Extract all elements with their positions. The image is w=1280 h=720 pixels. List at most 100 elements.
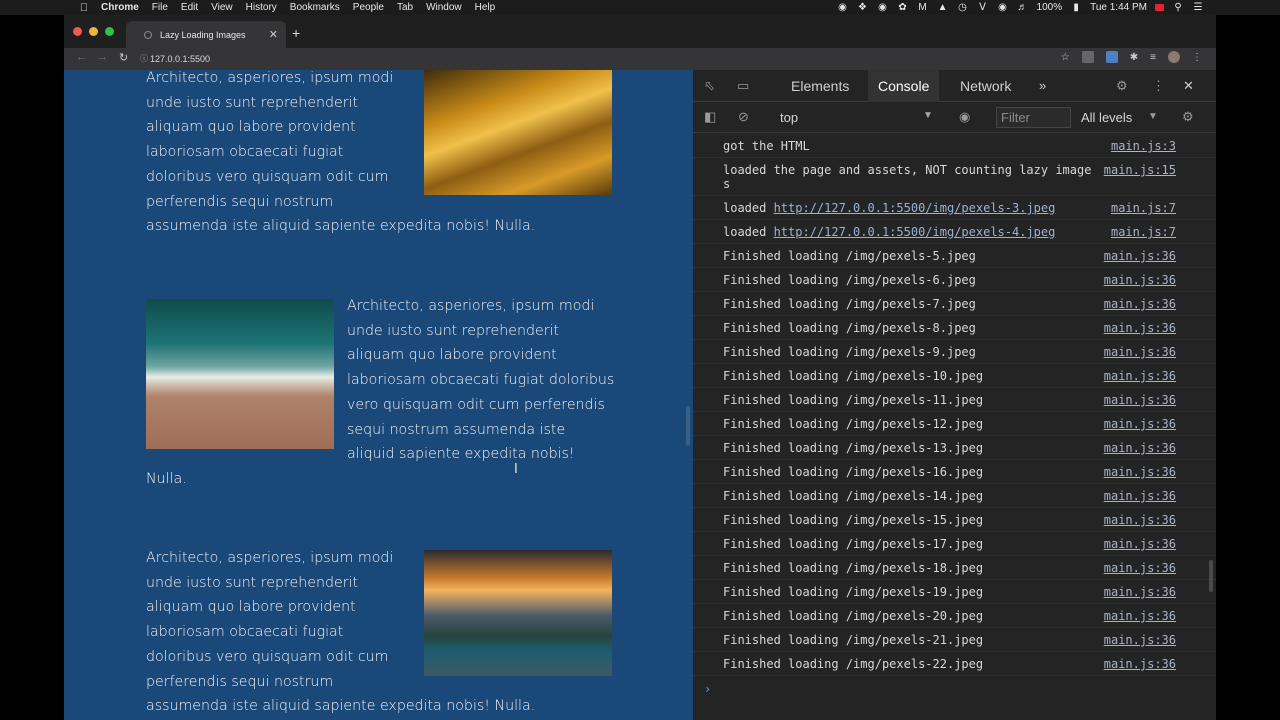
bluetooth-icon[interactable]: ᐯ: [977, 2, 989, 13]
console-log-source-link[interactable]: main.js:36: [1104, 249, 1176, 263]
page-scrollbar[interactable]: [686, 406, 690, 446]
profile-avatar[interactable]: [1168, 51, 1180, 63]
console-log-source-link[interactable]: main.js:36: [1104, 345, 1176, 359]
autumn-forest-image: [424, 70, 612, 195]
console-log-source-link[interactable]: main.js:36: [1104, 273, 1176, 287]
menu-help[interactable]: Help: [475, 2, 496, 13]
tab-elements[interactable]: Elements: [791, 70, 849, 102]
location-icon[interactable]: ◉: [877, 2, 889, 13]
console-log-source-link[interactable]: main.js:7: [1111, 225, 1176, 239]
console-filter-input[interactable]: Filter: [996, 107, 1071, 128]
browser-tab[interactable]: Lazy Loading Images ✕: [126, 21, 286, 48]
console-log-message: loaded the page and assets, NOT counting…: [723, 163, 1092, 191]
console-log-message: Finished loading /img/pexels-10.jpeg: [723, 369, 984, 383]
spotlight-icon[interactable]: ⚲: [1172, 2, 1184, 13]
bookmark-star-icon[interactable]: ☆: [1061, 52, 1070, 63]
leaf-icon[interactable]: ✿: [897, 2, 909, 13]
console-log-source-link[interactable]: main.js:36: [1104, 321, 1176, 335]
menu-tab[interactable]: Tab: [397, 2, 413, 13]
console-log-row: Finished loading /img/pexels-8.jpeg main.…: [693, 316, 1216, 340]
console-log-source-link[interactable]: main.js:36: [1104, 561, 1176, 575]
console-log-source-link[interactable]: main.js:36: [1104, 417, 1176, 431]
device-toolbar-icon[interactable]: ▭: [737, 78, 749, 94]
inspect-element-icon[interactable]: ⬁: [704, 78, 715, 94]
minimize-window-icon[interactable]: [89, 27, 98, 36]
console-log-source-link[interactable]: main.js:36: [1104, 585, 1176, 599]
console-log-source-link[interactable]: main.js:15: [1104, 163, 1176, 177]
console-log-row: Finished loading /img/pexels-22.jpeg main…: [693, 652, 1216, 676]
lake-dock-image: [424, 550, 612, 676]
tab-console[interactable]: Console: [868, 70, 940, 102]
menu-window[interactable]: Window: [426, 2, 462, 13]
chrome-menu-icon[interactable]: ⋮: [1192, 52, 1202, 63]
menu-bookmarks[interactable]: Bookmarks: [290, 2, 340, 13]
console-settings-gear-icon[interactable]: ⚙: [1182, 109, 1194, 125]
console-log-source-link[interactable]: main.js:36: [1104, 465, 1176, 479]
console-log-message: Finished loading /img/pexels-18.jpeg: [723, 561, 984, 575]
sidebar-toggle-icon[interactable]: ◧: [704, 109, 716, 125]
context-selector[interactable]: top: [780, 110, 798, 125]
console-log-message: Finished loading /img/pexels-6.jpeg: [723, 273, 976, 287]
console-log-source-link[interactable]: main.js:36: [1104, 369, 1176, 383]
menu-app-chrome[interactable]: Chrome: [101, 2, 139, 13]
console-scrollbar[interactable]: [1209, 560, 1213, 592]
new-tab-icon[interactable]: +: [292, 25, 300, 41]
console-log-source-link[interactable]: main.js:3: [1111, 139, 1176, 153]
back-arrow-icon[interactable]: ←: [76, 51, 87, 63]
console-prompt-chevron-icon[interactable]: ›: [693, 676, 1216, 696]
address-bar[interactable]: 127.0.0.1:5500: [150, 50, 1050, 68]
more-tabs-chevron-icon[interactable]: »: [1039, 78, 1046, 93]
input-source-flag-icon[interactable]: [1155, 4, 1164, 11]
airplay-icon[interactable]: ▲: [937, 2, 949, 13]
context-dropdown-icon[interactable]: ▼: [923, 110, 933, 121]
notification-center-icon[interactable]: ☰: [1192, 2, 1204, 13]
console-log-url-link[interactable]: http://127.0.0.1:5500/img/pexels-4.jpeg: [774, 225, 1056, 239]
close-window-icon[interactable]: [73, 27, 82, 36]
console-log-source-link[interactable]: main.js:36: [1104, 489, 1176, 503]
menu-file[interactable]: File: [152, 2, 168, 13]
clear-console-icon[interactable]: ⊘: [738, 109, 749, 125]
console-log-source-link[interactable]: main.js:36: [1104, 513, 1176, 527]
menu-edit[interactable]: Edit: [181, 2, 198, 13]
volume-icon[interactable]: ♬: [1017, 2, 1029, 13]
console-log-source-link[interactable]: main.js:36: [1104, 441, 1176, 455]
live-expression-eye-icon[interactable]: ◉: [959, 109, 970, 125]
reload-icon[interactable]: ↻: [119, 51, 128, 64]
log-levels-dropdown[interactable]: All levels: [1081, 110, 1132, 125]
menu-history[interactable]: History: [246, 2, 277, 13]
menu-view[interactable]: View: [211, 2, 233, 13]
console-log-source-link[interactable]: main.js:36: [1104, 657, 1176, 671]
console-log-source-link[interactable]: main.js:36: [1104, 537, 1176, 551]
clock[interactable]: Tue 1:44 PM: [1090, 2, 1147, 13]
console-log-source-link[interactable]: main.js:36: [1104, 297, 1176, 311]
screen-record-icon[interactable]: ◉: [837, 2, 849, 13]
settings-gear-icon[interactable]: ⚙: [1116, 78, 1128, 94]
console-log-source-link[interactable]: main.js:7: [1111, 201, 1176, 215]
close-devtools-icon[interactable]: ✕: [1183, 78, 1194, 94]
console-log-source-link[interactable]: main.js:36: [1104, 633, 1176, 647]
time-machine-icon[interactable]: ◷: [957, 2, 969, 13]
info-icon[interactable]: ⓘ: [140, 53, 148, 64]
puzzle-extensions-icon[interactable]: ✱: [1130, 52, 1138, 63]
maximize-window-icon[interactable]: [105, 27, 114, 36]
console-log-prefix: loaded: [723, 201, 774, 215]
dropbox-icon[interactable]: ❖: [857, 2, 869, 13]
page-viewport[interactable]: Architecto, asperiores, ipsum modi unde …: [64, 70, 693, 720]
mail-icon[interactable]: M: [917, 2, 929, 13]
extension-blue-icon[interactable]: [1105, 51, 1118, 63]
extension-icon[interactable]: [1081, 51, 1094, 63]
forward-arrow-icon[interactable]: →: [97, 51, 108, 63]
wifi-icon[interactable]: ◉: [997, 2, 1009, 13]
reading-list-icon[interactable]: ≡: [1150, 52, 1156, 63]
toolbar-actions: ☆ ✱ ≡ ⋮: [1061, 51, 1202, 63]
apple-menu-icon[interactable]: : [78, 2, 90, 14]
console-log-url-link[interactable]: http://127.0.0.1:5500/img/pexels-3.jpeg: [774, 201, 1056, 215]
console-toolbar: ◧ ⊘ top ▼ ◉ Filter All levels ▼ ⚙: [693, 102, 1216, 133]
battery-icon[interactable]: ▮: [1070, 2, 1082, 13]
console-log-source-link[interactable]: main.js:36: [1104, 609, 1176, 623]
menu-people[interactable]: People: [353, 2, 384, 13]
more-options-icon[interactable]: ⋮: [1152, 78, 1165, 94]
tab-close-icon[interactable]: ✕: [269, 28, 278, 41]
console-log-source-link[interactable]: main.js:36: [1104, 393, 1176, 407]
tab-network[interactable]: Network: [960, 70, 1011, 102]
